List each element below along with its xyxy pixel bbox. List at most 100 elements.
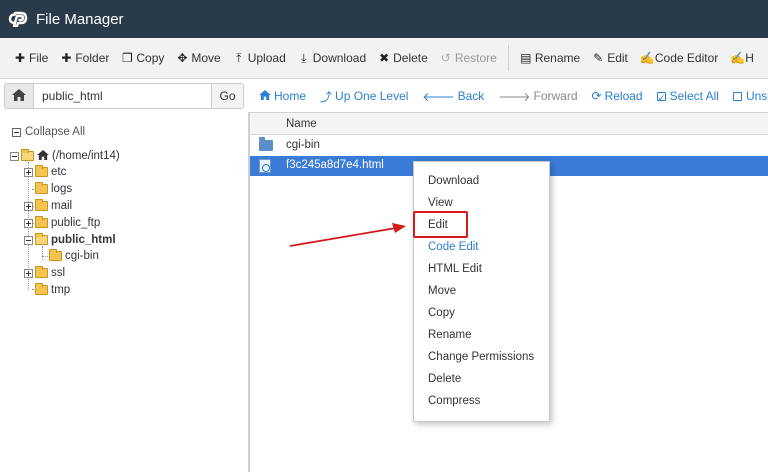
folder-icon (49, 249, 62, 261)
tree-item-tmp[interactable]: tmp (35, 282, 70, 298)
restore-button[interactable]: ↺ Restore (434, 44, 503, 72)
path-input[interactable] (34, 84, 211, 108)
tree-line (42, 246, 43, 260)
menu-item-delete[interactable]: Delete (428, 373, 461, 385)
arrow-left-icon: 🡐 (422, 89, 455, 104)
restore-label: Restore (454, 51, 497, 65)
edit-button[interactable]: ✎ Edit (586, 44, 634, 72)
tree-item-etc[interactable]: etc (24, 164, 66, 180)
folder-icon (35, 283, 48, 295)
tree-label: logs (51, 183, 73, 195)
expand-node-icon[interactable] (24, 201, 33, 211)
cpanel-logo-icon (8, 11, 30, 27)
menu-item-html-edit[interactable]: HTML Edit (428, 263, 482, 275)
folder-icon (35, 182, 48, 194)
red-arrow-annotation (289, 223, 406, 247)
new-folder-label: Folder (75, 51, 110, 65)
menu-item-change-permissions[interactable]: Change Permissions (428, 351, 534, 363)
copy-label: Copy (136, 51, 165, 65)
collapse-node-icon[interactable] (24, 235, 33, 245)
checkbox-checked-icon (656, 91, 666, 101)
level-up-icon: ⤴ (320, 89, 333, 104)
tree-label: public_html (51, 234, 116, 246)
file-name: cgi-bin (286, 139, 320, 151)
file-name: f3c245a8d7e4.html (286, 159, 384, 171)
code-editor-icon: ✍ (639, 51, 655, 65)
expand-node-icon[interactable] (24, 167, 33, 177)
up-one-level-label: Up One Level (335, 89, 409, 103)
reload-icon: ⟳ (591, 89, 602, 103)
restore-icon: ↺ (440, 51, 451, 65)
upload-label: Upload (247, 51, 286, 65)
tree-item-public-ftp[interactable]: public_ftp (24, 215, 100, 231)
path-home-button[interactable] (5, 84, 34, 108)
app-title: File Manager (36, 10, 124, 28)
unselect-all-label: Unselect All (745, 89, 768, 103)
collapse-icon (12, 127, 21, 137)
html-editor-button[interactable]: ✍ H (724, 44, 760, 72)
menu-item-rename[interactable]: Rename (428, 329, 471, 341)
rename-button[interactable]: ▤ Rename (514, 44, 586, 72)
collapse-all-label: Collapse All (25, 126, 86, 138)
edit-label: Edit (607, 51, 628, 65)
checkbox-empty-icon (732, 91, 742, 101)
go-button[interactable]: Go (211, 84, 243, 108)
home-button[interactable]: Home (259, 89, 306, 103)
unselect-all-button[interactable]: Unselect All (732, 89, 768, 103)
rename-icon: ▤ (520, 51, 532, 65)
tree-item-logs[interactable]: logs (35, 181, 72, 197)
top-bar: File Manager (0, 0, 768, 38)
folder-icon (35, 199, 48, 211)
tree-item-ssl[interactable]: ssl (24, 265, 65, 281)
collapse-all-button[interactable]: Collapse All (12, 126, 85, 138)
plus-icon: ✚ (61, 51, 72, 65)
tree-item-mail[interactable]: mail (24, 198, 72, 214)
folder-icon (21, 149, 34, 161)
upload-button[interactable]: ⤒ Upload (227, 44, 292, 72)
move-icon: ✥ (177, 51, 188, 65)
menu-item-view[interactable]: View (428, 197, 453, 209)
code-editor-button[interactable]: ✍ Code Editor (634, 44, 724, 72)
new-folder-button[interactable]: ✚ Folder (54, 44, 115, 72)
menu-item-code-edit[interactable]: Code Edit (428, 241, 479, 253)
html-editor-label: H (745, 51, 754, 65)
html-editor-icon: ✍ (730, 51, 746, 65)
home-icon (259, 89, 271, 103)
list-header: Name (250, 113, 768, 135)
tree-item-public-html[interactable]: public_html (24, 232, 116, 248)
expand-node-icon[interactable] (24, 218, 33, 228)
delete-button[interactable]: ✖ Delete (372, 44, 434, 72)
move-button[interactable]: ✥ Move (170, 44, 226, 72)
home-icon (12, 88, 26, 104)
collapse-node-icon[interactable] (10, 151, 19, 161)
new-file-button[interactable]: ✚ File (8, 44, 54, 72)
back-button[interactable]: 🡐 Back (422, 89, 484, 104)
folder-icon (35, 165, 48, 177)
expand-node-icon[interactable] (24, 268, 33, 278)
select-all-button[interactable]: Select All (656, 89, 719, 103)
column-header-name[interactable]: Name (286, 118, 317, 130)
directory-tree-panel: Collapse All (/home/int14) etc logs mail… (0, 112, 249, 472)
download-button[interactable]: ⤓ Download (292, 44, 372, 72)
up-one-level-button[interactable]: ⤴ Up One Level (320, 88, 408, 105)
tree-label: cgi-bin (65, 250, 99, 262)
home-icon (37, 149, 49, 163)
tree-item-cgi-bin[interactable]: cgi-bin (49, 248, 99, 264)
reload-button[interactable]: ⟳ Reload (592, 89, 643, 103)
tree-line (42, 256, 48, 257)
folder-icon (35, 266, 48, 278)
code-editor-label: Code Editor (654, 51, 719, 65)
arrow-right-icon: 🡒 (498, 89, 531, 104)
delete-label: Delete (393, 51, 428, 65)
menu-item-copy[interactable]: Copy (428, 307, 455, 319)
new-file-label: File (29, 51, 49, 65)
tree-item-home[interactable]: (/home/int14) (10, 148, 120, 164)
file-row-cgi-bin[interactable]: cgi-bin (250, 136, 768, 156)
menu-item-move[interactable]: Move (428, 285, 456, 297)
forward-button[interactable]: 🡒 Forward (498, 89, 577, 104)
select-all-label: Select All (669, 89, 719, 103)
copy-button[interactable]: ❐ Copy (115, 44, 170, 72)
tree-label: ssl (51, 267, 66, 279)
menu-item-download[interactable]: Download (428, 175, 479, 187)
menu-item-compress[interactable]: Compress (428, 395, 480, 407)
